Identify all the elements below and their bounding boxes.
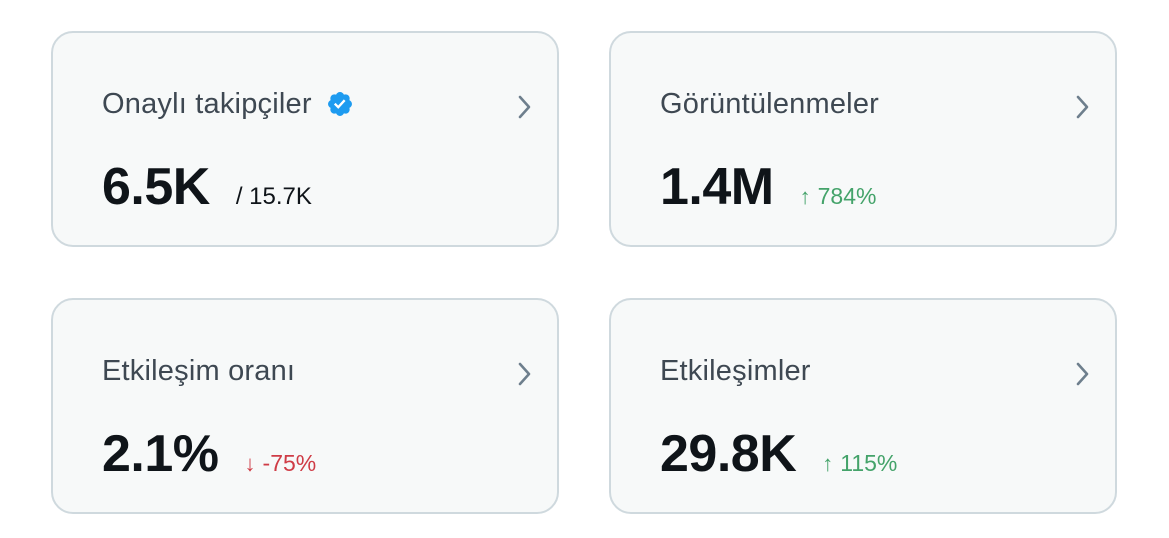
card-title-label: Etkileşim oranı [102, 355, 296, 387]
card-title-label: Etkileşimler [660, 355, 811, 387]
metric-card-verified-followers[interactable]: Onaylı takipçiler 6.5K / 15.7K [51, 31, 559, 247]
verified-badge-icon [326, 90, 354, 118]
card-title: Onaylı takipçiler [102, 85, 354, 123]
chevron-right-icon[interactable] [1073, 360, 1093, 388]
metric-value: 1.4M [660, 158, 774, 216]
metric-delta: ↑ 115% [822, 450, 897, 477]
delta-value: 115% [840, 450, 898, 476]
metric-card-engagement-rate[interactable]: Etkileşim oranı 2.1% ↓ -75% [51, 298, 559, 514]
metric-value: 29.8K [660, 425, 797, 483]
card-title-label: Görüntülenmeler [660, 88, 879, 120]
chevron-right-icon[interactable] [515, 93, 535, 121]
card-title: Etkileşimler [660, 352, 811, 390]
card-title: Etkileşim oranı [102, 352, 295, 390]
delta-value: -75% [262, 450, 317, 476]
arrow-up-icon: ↑ [799, 184, 811, 209]
metric-value: 6.5K [102, 158, 210, 216]
value-row: 1.4M ↑ 784% [660, 157, 876, 217]
metric-card-engagements[interactable]: Etkileşimler 29.8K ↑ 115% [609, 298, 1117, 514]
value-row: 2.1% ↓ -75% [102, 424, 316, 484]
card-title-label: Onaylı takipçiler [102, 88, 312, 120]
chevron-right-icon[interactable] [1073, 93, 1093, 121]
value-row: 29.8K ↑ 115% [660, 424, 897, 484]
chevron-right-icon[interactable] [515, 360, 535, 388]
metric-total: / 15.7K [235, 183, 312, 210]
card-title: Görüntülenmeler [660, 85, 879, 123]
arrow-up-icon: ↑ [822, 451, 834, 476]
value-row: 6.5K / 15.7K [102, 157, 312, 217]
metric-card-views[interactable]: Görüntülenmeler 1.4M ↑ 784% [609, 31, 1117, 247]
metric-delta: ↓ -75% [245, 450, 317, 477]
arrow-down-icon: ↓ [244, 451, 256, 476]
delta-value: 784% [817, 183, 877, 209]
metric-value: 2.1% [102, 425, 219, 483]
metric-delta: ↑ 784% [800, 183, 877, 210]
